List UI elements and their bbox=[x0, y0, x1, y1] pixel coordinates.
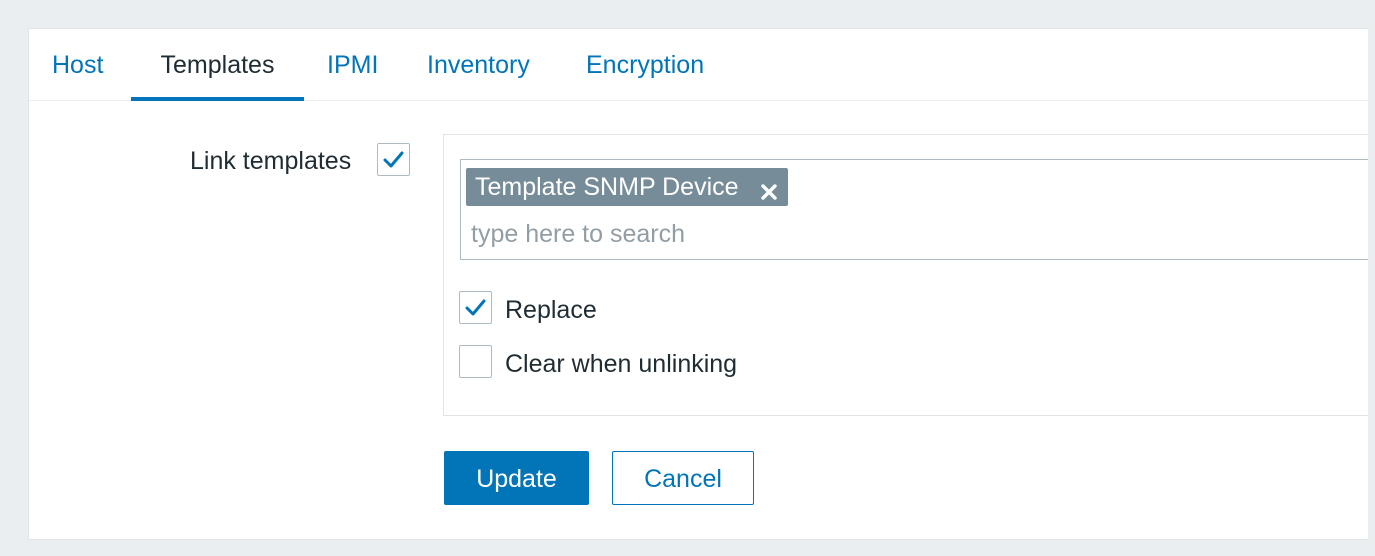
tab-bar: Host Templates IPMI Inventory Encryption bbox=[29, 29, 1368, 101]
selected-template-chip: Template SNMP Device bbox=[466, 168, 789, 206]
replace-checkbox[interactable] bbox=[459, 291, 492, 324]
clear-when-unlinking-label[interactable]: Clear when unlinking bbox=[505, 350, 737, 379]
tab-encryption[interactable]: Encryption bbox=[586, 29, 704, 101]
template-search-input[interactable] bbox=[471, 216, 1271, 252]
clear-when-unlinking-checkbox[interactable] bbox=[459, 345, 492, 378]
link-templates-checkbox[interactable] bbox=[377, 143, 410, 176]
check-icon bbox=[383, 151, 404, 168]
tab-host[interactable]: Host bbox=[52, 29, 103, 101]
cancel-button[interactable]: Cancel bbox=[612, 451, 754, 505]
tab-ipmi[interactable]: IPMI bbox=[327, 29, 378, 101]
close-icon[interactable] bbox=[759, 175, 779, 201]
template-multiselect[interactable]: Template SNMP Device bbox=[460, 159, 1368, 260]
link-templates-label: Link templates bbox=[190, 147, 352, 175]
replace-label[interactable]: Replace bbox=[505, 296, 597, 325]
tab-templates[interactable]: Templates bbox=[131, 29, 304, 101]
tab-inventory[interactable]: Inventory bbox=[427, 29, 530, 101]
check-icon bbox=[465, 299, 486, 316]
selected-template-name: Template SNMP Device bbox=[475, 173, 739, 201]
update-button[interactable]: Update bbox=[444, 451, 589, 505]
